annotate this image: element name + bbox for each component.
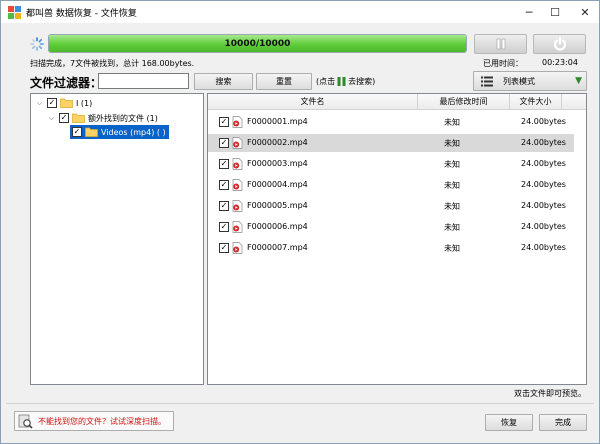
file-name: F0000002.mp4	[247, 138, 308, 147]
tree-checkbox-extra-files[interactable]: ✓	[59, 113, 69, 123]
video-file-icon	[232, 221, 243, 233]
reset-button[interactable]: 重置	[256, 73, 312, 90]
loading-spinner-icon	[30, 37, 44, 51]
file-row[interactable]: ✓ F0000006.mp4 未知 24.00bytes	[208, 218, 574, 236]
elapsed-time-label: 已用时间：	[483, 59, 523, 68]
file-checkbox[interactable]: ✓	[219, 201, 229, 211]
file-modified: 未知	[444, 202, 460, 211]
file-size: 24.00bytes	[521, 138, 566, 147]
app-logo-icon	[8, 6, 21, 19]
tree-root-label: I (1)	[76, 98, 93, 108]
tree-node-root[interactable]: ⌵ ✓ I (1)	[35, 96, 92, 110]
folder-icon	[60, 98, 73, 108]
tree-checkbox-videos[interactable]: ✓	[72, 127, 82, 137]
video-file-icon	[232, 137, 243, 149]
file-modified: 未知	[444, 139, 460, 148]
video-file-icon	[232, 116, 243, 128]
tree-node-extra-files[interactable]: ⌵ ✓ 额外找到的文件 (1)	[47, 111, 158, 125]
file-size: 24.00bytes	[521, 180, 566, 189]
file-name: F0000003.mp4	[247, 159, 308, 168]
search-hint-suffix: 去搜索)	[348, 77, 376, 86]
tree-node-videos[interactable]: ✓ Videos (mp4) ( )	[70, 125, 169, 139]
file-size: 24.00bytes	[521, 243, 566, 252]
file-modified: 未知	[444, 160, 460, 169]
title-bar: 都叫兽 数据恢复 - 文件恢复 ─ ☐ ✕	[1, 1, 599, 23]
file-filter-input[interactable]	[98, 73, 189, 89]
file-modified: 未知	[444, 244, 460, 253]
preview-hint: 双击文件即可预览。	[514, 389, 586, 398]
file-name: F0000007.mp4	[247, 243, 308, 252]
progress-label: 10000/10000	[224, 38, 291, 49]
file-row[interactable]: ✓ F0000004.mp4 未知 24.00bytes	[208, 176, 574, 194]
tree-checkbox-root[interactable]: ✓	[47, 98, 57, 108]
file-modified: 未知	[444, 223, 460, 232]
recover-button[interactable]: 恢复	[485, 414, 533, 431]
window-title: 都叫兽 数据恢复 - 文件恢复	[26, 9, 137, 19]
video-file-icon	[232, 158, 243, 170]
elapsed-time-value: 00:23:04	[542, 58, 578, 67]
search-button[interactable]: 搜索	[194, 73, 253, 90]
folder-tree: ⌵ ✓ I (1) ⌵ ✓ 额外找到的文件 (1) ✓ Videos (mp4)…	[30, 93, 204, 385]
list-icon	[481, 76, 493, 86]
file-row[interactable]: ✓ F0000002.mp4 未知 24.00bytes	[208, 134, 574, 152]
file-size: 24.00bytes	[521, 159, 566, 168]
pause-button[interactable]	[474, 34, 527, 54]
file-row[interactable]: ✓ F0000007.mp4 未知 24.00bytes	[208, 239, 574, 257]
file-row[interactable]: ✓ F0000001.mp4 未知 24.00bytes	[208, 113, 574, 131]
file-checkbox[interactable]: ✓	[219, 138, 229, 148]
green-bars-icon	[337, 77, 346, 86]
file-checkbox[interactable]: ✓	[219, 222, 229, 232]
file-size: 24.00bytes	[521, 222, 566, 231]
file-modified: 未知	[444, 181, 460, 190]
view-mode-dropdown[interactable]: 列表模式 ▼	[473, 71, 587, 91]
file-size: 24.00bytes	[521, 201, 566, 210]
column-header-size[interactable]: 文件大小	[510, 94, 562, 110]
column-header-name[interactable]: 文件名	[208, 94, 418, 110]
file-row[interactable]: ✓ F0000003.mp4 未知 24.00bytes	[208, 155, 574, 173]
tree-videos-label: Videos (mp4) ( )	[101, 127, 166, 137]
close-button[interactable]: ✕	[565, 1, 600, 23]
view-mode-label: 列表模式	[503, 76, 535, 86]
column-header-filler	[562, 94, 586, 110]
video-file-icon	[232, 200, 243, 212]
finish-button[interactable]: 完成	[539, 414, 587, 431]
file-size: 24.00bytes	[521, 117, 566, 126]
stop-icon	[553, 37, 566, 51]
footer-divider	[6, 403, 594, 404]
file-name: F0000006.mp4	[247, 222, 308, 231]
file-checkbox[interactable]: ✓	[219, 117, 229, 127]
file-modified: 未知	[444, 118, 460, 127]
file-checkbox[interactable]: ✓	[219, 159, 229, 169]
file-name: F0000001.mp4	[247, 117, 308, 126]
tree-extra-files-label: 额外找到的文件 (1)	[88, 113, 158, 123]
video-file-icon	[232, 179, 243, 191]
pause-icon	[496, 38, 505, 50]
collapse-icon[interactable]: ⌵	[35, 99, 44, 108]
file-row[interactable]: ✓ F0000005.mp4 未知 24.00bytes	[208, 197, 574, 215]
search-hint: (点击 去搜索)	[316, 76, 375, 87]
deep-scan-button[interactable]: 不能找到您的文件？试试深度扫描。	[14, 411, 174, 431]
file-filter-label: 文件过滤器：	[30, 76, 103, 90]
scan-progress-bar: 10000/10000	[48, 34, 467, 53]
file-checkbox[interactable]: ✓	[219, 180, 229, 190]
stop-button[interactable]	[533, 34, 586, 54]
deep-scan-icon	[18, 414, 33, 429]
video-file-icon	[232, 242, 243, 254]
column-header-modified[interactable]: 最后修改时间	[418, 94, 510, 110]
file-list: 文件名 最后修改时间 文件大小 ✓ F0000001.mp4 未知 24.00byte…	[207, 93, 587, 385]
folder-icon	[85, 127, 98, 137]
search-hint-prefix: (点击	[316, 77, 336, 86]
deep-scan-label: 不能找到您的文件？试试深度扫描。	[38, 416, 166, 426]
file-name: F0000004.mp4	[247, 180, 308, 189]
app-window: 都叫兽 数据恢复 - 文件恢复 ─ ☐ ✕ 10000/10000 扫描完成，7…	[0, 0, 600, 444]
file-checkbox[interactable]: ✓	[219, 243, 229, 253]
caret-down-icon: ▼	[575, 76, 582, 86]
file-name: F0000005.mp4	[247, 201, 308, 210]
folder-icon	[72, 113, 85, 123]
collapse-icon[interactable]: ⌵	[47, 114, 56, 123]
scan-status-text: 扫描完成，7文件被找到，总计 168.00bytes.	[30, 59, 195, 68]
